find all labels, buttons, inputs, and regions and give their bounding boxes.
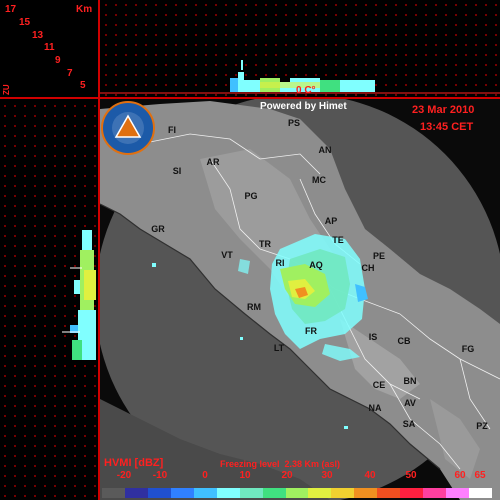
city-label: SI xyxy=(172,166,182,176)
city-label: CB xyxy=(397,336,411,346)
city-label: NA xyxy=(368,403,382,413)
legend-tick-label: 40 xyxy=(364,470,376,481)
distance-label: 7 xyxy=(67,68,73,79)
top-profile-echo xyxy=(100,60,500,94)
triangle-emblem-icon xyxy=(112,112,144,144)
regional-civil-protection-logo xyxy=(101,101,155,155)
city-label: FI xyxy=(168,125,176,135)
city-label: AP xyxy=(324,216,338,226)
city-label: CH xyxy=(361,263,375,273)
city-label: AR xyxy=(206,157,220,167)
city-label: FG xyxy=(461,344,475,354)
date-label: 23 Mar 2010 xyxy=(412,104,475,116)
legend-swatch xyxy=(124,488,148,498)
legend-color-bar xyxy=(102,488,492,498)
legend-swatch xyxy=(469,488,492,498)
city-label: RM xyxy=(247,302,261,312)
time-label: 13:45 CET xyxy=(420,121,474,133)
legend-swatch xyxy=(400,488,424,498)
city-label: PS xyxy=(287,118,301,128)
distance-label: 15 xyxy=(19,17,31,28)
legend-tick-label: 60 xyxy=(454,470,466,481)
radar-screen: { "header": { "powered_by": "Powered by … xyxy=(0,0,500,500)
city-label: AV xyxy=(404,398,416,408)
top-profile-panel: 17 15 13 11 9 7 5 Km ZU xyxy=(0,0,100,97)
legend-tick-label: -20 xyxy=(116,470,132,481)
legend-swatch xyxy=(331,488,355,498)
distance-label: 5 xyxy=(80,80,86,91)
city-label: PG xyxy=(244,191,258,201)
left-profile-echo xyxy=(62,230,96,360)
unit-label: Km xyxy=(76,4,93,15)
freezing-marker: 0 C° xyxy=(296,85,316,96)
legend-tick-label: 20 xyxy=(281,470,293,481)
city-label: IS xyxy=(368,332,378,342)
city-label: SA xyxy=(402,419,416,429)
city-label: TR xyxy=(259,239,271,249)
city-label: PE xyxy=(372,251,386,261)
legend-swatch xyxy=(147,488,171,498)
product-label: HVMI [dBZ] xyxy=(104,457,164,469)
legend-tick-label: 30 xyxy=(321,470,333,481)
legend-tick-label: 10 xyxy=(239,470,251,481)
legend-tick-label: -10 xyxy=(152,470,168,481)
side-label: ZU xyxy=(2,84,11,95)
legend-swatch xyxy=(239,488,263,498)
city-label: CE xyxy=(372,380,386,390)
city-label: LT xyxy=(273,343,285,353)
city-label: RI xyxy=(275,258,285,268)
city-label: GR xyxy=(151,224,165,234)
city-label: FR xyxy=(305,326,317,336)
legend-swatch xyxy=(354,488,378,498)
legend-tick-label: 65 xyxy=(474,470,486,481)
powered-by-label: Powered by Himet xyxy=(260,101,347,112)
legend-swatch xyxy=(308,488,332,498)
legend-swatch xyxy=(285,488,309,498)
legend-swatch xyxy=(423,488,447,498)
distance-label: 13 xyxy=(32,30,44,41)
distance-label: 11 xyxy=(44,42,55,53)
radar-map xyxy=(100,99,500,500)
legend-tick-label: 0 xyxy=(202,470,208,481)
city-label: BN xyxy=(403,376,417,386)
legend-tick-labels: -20 -10 0 10 20 30 40 50 60 65 xyxy=(102,470,492,484)
legend-swatch xyxy=(170,488,194,498)
city-label: AQ xyxy=(309,260,323,270)
legend-swatch xyxy=(262,488,286,498)
legend-swatch xyxy=(377,488,401,498)
city-label: PZ xyxy=(476,421,488,431)
city-label: MC xyxy=(312,175,326,185)
city-label: TE xyxy=(332,235,344,245)
city-label: VT xyxy=(221,250,233,260)
freezing-level-label: Freezing level 2.38 Km (asl) xyxy=(220,459,341,469)
legend-swatch xyxy=(216,488,240,498)
legend-swatch xyxy=(193,488,217,498)
legend-swatch xyxy=(102,488,125,498)
legend-tick-label: 50 xyxy=(405,470,417,481)
legend-swatch xyxy=(446,488,469,498)
distance-label: 17 xyxy=(5,4,17,15)
distance-label: 9 xyxy=(55,55,61,66)
city-label: AN xyxy=(318,145,332,155)
